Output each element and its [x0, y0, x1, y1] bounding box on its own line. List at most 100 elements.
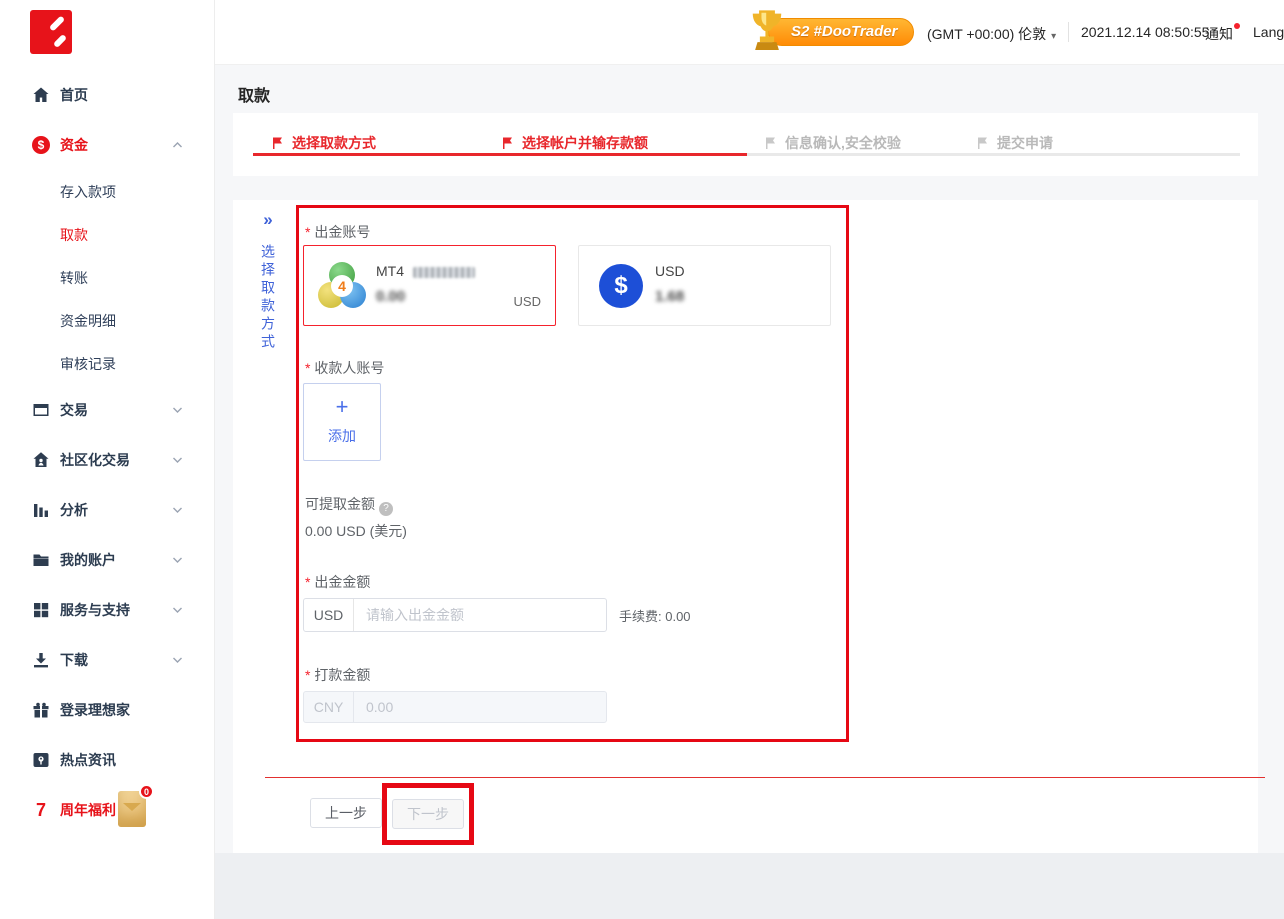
collapse-method-panel[interactable]: » 选择取款方式: [253, 210, 283, 352]
flag-icon: [270, 136, 284, 150]
season-badge[interactable]: S2 #DooTrader: [768, 18, 914, 46]
step-choose-method[interactable]: 选择取款方式: [270, 133, 376, 153]
double-chevron-icon: »: [253, 210, 283, 230]
currency-prefix-cny: CNY: [304, 692, 354, 722]
top-bar: S2 #DooTrader (GMT +00:00) 伦敦 ▾ 2021.12.1…: [215, 0, 1284, 65]
sidebar-item-ideal-home-login[interactable]: 登录理想家: [0, 685, 215, 735]
sidebar-item-funds[interactable]: $ 资金: [0, 120, 215, 170]
window-icon: [32, 401, 50, 419]
timezone-label: (GMT +00:00) 伦敦: [927, 26, 1046, 42]
sidebar-item-deposit[interactable]: 存入款项: [0, 170, 215, 213]
mt4-platform-label: MT4: [376, 263, 404, 279]
seven-icon: 7: [32, 800, 50, 821]
next-step-button[interactable]: 下一步: [392, 799, 464, 829]
withdraw-amount-input[interactable]: [354, 599, 606, 631]
chevron-down-icon: ▾: [1051, 31, 1056, 42]
sidebar-item-withdraw[interactable]: 取款: [0, 213, 215, 256]
flag-icon: [975, 136, 989, 150]
section-divider: [265, 777, 1265, 778]
chevron-down-icon: [172, 657, 183, 664]
sidebar-item-audit-records[interactable]: 审核记录: [0, 342, 215, 385]
withdraw-amount-group: USD: [303, 598, 607, 632]
withdraw-account-label: 出金账号: [305, 222, 370, 242]
bottom-strip: [215, 853, 1284, 919]
news-pin-icon: [32, 751, 50, 769]
sidebar-item-transfer[interactable]: 转账: [0, 256, 215, 299]
step-confirm-verify[interactable]: 信息确认,安全校验: [763, 133, 901, 153]
step-submit-application[interactable]: 提交申请: [975, 133, 1053, 153]
grid-icon: [32, 601, 50, 619]
annotation-box-next-button: 下一步: [382, 783, 474, 845]
gift-icon: [32, 701, 50, 719]
sidebar-item-label: 取款: [60, 225, 88, 245]
sidebar-item-service-support[interactable]: 服务与支持: [0, 585, 215, 635]
question-help-icon[interactable]: ?: [379, 502, 393, 516]
chevron-down-icon: [172, 407, 183, 414]
logo-slash: [53, 34, 67, 48]
sidebar-item-label: 我的账户: [60, 550, 116, 570]
dooprime-logo[interactable]: [30, 10, 72, 54]
home-icon: [32, 86, 50, 104]
chevron-down-icon: [172, 457, 183, 464]
account-card-mt4[interactable]: 4 MT4 0.00 USD: [303, 245, 556, 326]
mt4-balance-blurred: 0.00: [376, 288, 475, 305]
sidebar-item-home[interactable]: 首页: [0, 70, 215, 120]
sidebar-item-my-account[interactable]: 我的账户: [0, 535, 215, 585]
chevron-up-icon: [172, 142, 183, 149]
dollar-circle-icon: $: [32, 136, 50, 154]
download-icon: [32, 651, 50, 669]
envelope-badge: 0: [139, 784, 154, 799]
annotation-box-form: 出金账号 4 MT4 0.00 USD $ USD 1.68: [296, 205, 849, 742]
step-label: 选择帐户并输存款额: [522, 133, 648, 153]
sidebar-item-hot-news[interactable]: 热点资讯: [0, 735, 215, 785]
sidebar-item-label: 资金明细: [60, 311, 116, 331]
add-payee-button[interactable]: + 添加: [303, 383, 381, 461]
sidebar-item-label: 审核记录: [60, 354, 116, 374]
usd-wallet-line: USD 1.68: [655, 263, 685, 305]
step-choose-account-amount[interactable]: 选择帐户并输存款额: [500, 133, 648, 153]
timezone-selector[interactable]: (GMT +00:00) 伦敦 ▾: [927, 24, 1056, 44]
flag-icon: [763, 136, 777, 150]
sidebar-item-label: 社区化交易: [60, 450, 130, 470]
notifications-label: 通知: [1205, 26, 1233, 42]
header-divider: [1068, 22, 1069, 42]
server-datetime: 2021.12.14 08:50:55: [1081, 24, 1209, 40]
withdraw-steps-bar: 选择取款方式 选择帐户并输存款额 信息确认,安全校验 提交申请: [233, 113, 1258, 176]
usd-wallet-label: USD: [655, 263, 685, 279]
sidebar-item-anniversary-benefits[interactable]: 7周年福利0: [0, 785, 215, 835]
language-label: Language: [1253, 24, 1284, 40]
add-label: 添加: [304, 426, 380, 446]
chevron-down-icon: [172, 557, 183, 564]
notifications-button[interactable]: 通知: [1205, 24, 1233, 44]
step-label: 提交申请: [997, 133, 1053, 153]
sidebar-item-community-trading[interactable]: 社区化交易: [0, 435, 215, 485]
plus-icon: +: [304, 396, 380, 418]
sidebar-item-analysis[interactable]: 分析: [0, 485, 215, 535]
mt4-logo-icon: 4: [318, 262, 366, 310]
logo-slash: [49, 15, 65, 31]
sidebar-item-label: 服务与支持: [60, 600, 130, 620]
withdraw-form-panel: » 选择取款方式 出金账号 4 MT4 0.00 USD $: [233, 200, 1258, 853]
payout-amount-label: 打款金额: [305, 665, 370, 685]
bar-chart-icon: [32, 501, 50, 519]
collapse-panel-label: 选择取款方式: [258, 244, 278, 352]
usd-wallet-icon: $: [599, 264, 643, 308]
language-selector[interactable]: Language▾: [1253, 24, 1284, 40]
sidebar-item-label: 登录理想家: [60, 700, 130, 720]
sidebar-item-label: 资金: [60, 135, 88, 155]
account-card-usd-wallet[interactable]: $ USD 1.68: [578, 245, 831, 326]
sidebar-item-trade[interactable]: 交易: [0, 385, 215, 435]
folder-icon: [32, 551, 50, 569]
previous-step-button[interactable]: 上一步: [310, 798, 382, 828]
gold-envelope-icon: 0: [118, 791, 146, 827]
sidebar-item-download[interactable]: 下载: [0, 635, 215, 685]
sidebar-item-fund-details[interactable]: 资金明细: [0, 299, 215, 342]
sidebar-item-label: 下载: [60, 650, 88, 670]
sidebar-item-label: 热点资讯: [60, 750, 116, 770]
app-root: S2 #DooTrader (GMT +00:00) 伦敦 ▾ 2021.12.1…: [0, 0, 1284, 919]
available-amount-label: 可提取金额?: [305, 494, 393, 516]
payout-amount-input: [354, 692, 606, 722]
mt4-account-line: MT4 0.00: [376, 263, 475, 305]
chevron-down-icon: [172, 507, 183, 514]
flag-icon: [500, 136, 514, 150]
